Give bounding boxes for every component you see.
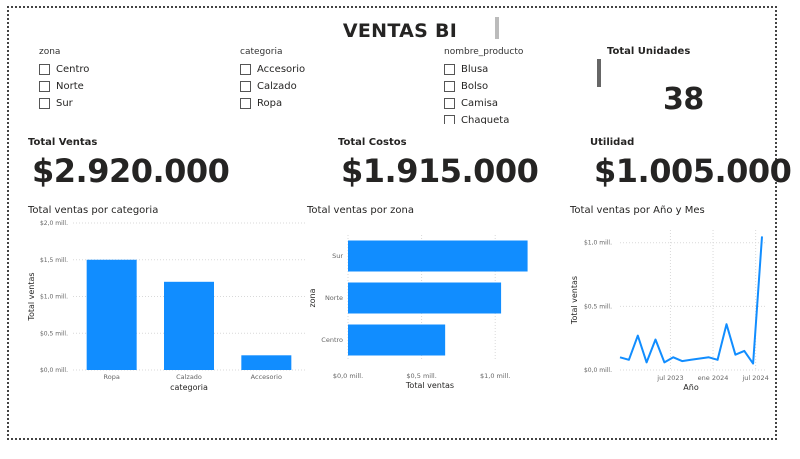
slicer-categoria: categoria Accesorio Calzado Ropa [240, 47, 305, 112]
slicer-option-calzado[interactable]: Calzado [240, 78, 305, 95]
y-tick-label: Centro [321, 336, 343, 344]
y-tick-label: $0,5 mill. [40, 330, 68, 337]
slicer-option-bolso[interactable]: Bolso [444, 78, 523, 95]
slicer-zona-label: zona [39, 47, 61, 57]
slicer-option-norte[interactable]: Norte [39, 78, 89, 95]
y-tick-label: $1,0 mill. [40, 294, 68, 301]
x-tick-label: ene 2024 [698, 374, 729, 382]
y-tick-label: $0,5 mill. [584, 303, 612, 310]
option-label: Ropa [257, 98, 283, 109]
slicer-option-camisa[interactable]: Camisa [444, 95, 523, 112]
bar [241, 355, 292, 370]
y-axis-title: Total ventas [570, 276, 579, 325]
resize-handle[interactable] [597, 59, 601, 87]
slicer-option-ropa[interactable]: Ropa [240, 95, 305, 112]
bar [348, 324, 446, 356]
kpi-costos-value: $1.915.000 [341, 152, 539, 190]
kpi-unidades-value: 38 [663, 82, 704, 117]
option-label: Sur [56, 98, 73, 109]
y-tick-label: $0,0 mill. [40, 367, 68, 374]
x-axis-title: Año [683, 383, 699, 392]
x-tick-label: $0,5 mill. [406, 372, 436, 380]
x-tick-label: $0,0 mill. [333, 372, 363, 380]
checkbox[interactable] [39, 98, 50, 109]
x-axis-title: categoria [170, 383, 208, 392]
slicer-option-chaqueta[interactable]: Chaqueta [444, 112, 523, 124]
x-axis-title: Total ventas [405, 381, 454, 390]
y-axis-title: zona [308, 288, 317, 307]
bar [86, 259, 137, 370]
checkbox[interactable] [39, 81, 50, 92]
bar [348, 282, 502, 314]
slicer-zona: zona Centro Norte Sur [39, 47, 89, 112]
option-label: Accesorio [257, 64, 306, 75]
slicer-option-accesorio[interactable]: Accesorio [240, 61, 305, 78]
chart-ventas-por-mes[interactable]: $0,0 mill. $0,5 mill. $1,0 mill. jul 2023 en… [562, 215, 777, 400]
slicer-categoria-label: categoria [240, 47, 283, 57]
checkbox[interactable] [444, 81, 455, 92]
option-label: Chaqueta [461, 115, 510, 124]
option-label: Norte [56, 81, 84, 92]
option-label: Blusa [461, 64, 489, 75]
y-tick-label: $0,0 mill. [584, 367, 612, 374]
chart-ventas-por-zona[interactable]: $0,0 mill. $0,5 mill. $1,0 mill. Sur Norte Ce… [300, 215, 540, 400]
checkbox[interactable] [240, 98, 251, 109]
kpi-utilidad-value: $1.005.000 [594, 152, 792, 190]
option-label: Calzado [257, 81, 297, 92]
option-label: Bolso [461, 81, 489, 92]
bar [164, 281, 214, 370]
kpi-utilidad-label: Utilidad [590, 137, 635, 148]
x-tick-label: Calzado [176, 373, 202, 381]
y-tick-label: Sur [332, 252, 343, 260]
checkbox[interactable] [240, 81, 251, 92]
y-tick-label: Norte [325, 294, 343, 302]
x-tick-label: jul 2024 [741, 374, 768, 382]
kpi-costos-label: Total Costos [338, 137, 407, 148]
x-tick-label: jul 2023 [656, 374, 683, 382]
slicer-option-centro[interactable]: Centro [39, 61, 89, 78]
slicer-option-blusa[interactable]: Blusa [444, 61, 523, 78]
checkbox[interactable] [240, 64, 251, 75]
bar [348, 240, 528, 272]
y-axis-title: Total ventas [27, 272, 36, 321]
report-title: VENTAS BI [342, 20, 458, 42]
y-tick-label: $1,0 mill. [584, 240, 612, 247]
kpi-unidades-label: Total Unidades [607, 46, 691, 57]
series-line [619, 236, 763, 365]
kpi-ventas-value: $2.920.000 [32, 152, 230, 190]
y-tick-label: $1,5 mill. [40, 257, 68, 264]
checkbox[interactable] [444, 98, 455, 109]
resize-handle[interactable] [495, 17, 499, 39]
option-label: Camisa [461, 98, 498, 109]
y-tick-label: $2,0 mill. [40, 220, 68, 227]
checkbox[interactable] [39, 64, 50, 75]
checkbox[interactable] [444, 115, 455, 124]
option-label: Centro [56, 64, 90, 75]
kpi-ventas-label: Total Ventas [28, 137, 98, 148]
slicer-producto-label: nombre_producto [444, 47, 524, 57]
x-tick-label: Ropa [104, 373, 120, 381]
chart-ventas-por-categoria[interactable]: $0,0 mill. $0,5 mill. $1,0 mill. $1,5 mill.… [20, 215, 310, 400]
checkbox[interactable] [444, 64, 455, 75]
slicer-option-sur[interactable]: Sur [39, 95, 89, 112]
x-tick-label: Accesorio [251, 373, 282, 381]
slicer-producto: nombre_producto Blusa Bolso Camisa Chaqu… [444, 47, 523, 124]
x-tick-label: $1,0 mill. [480, 372, 510, 380]
